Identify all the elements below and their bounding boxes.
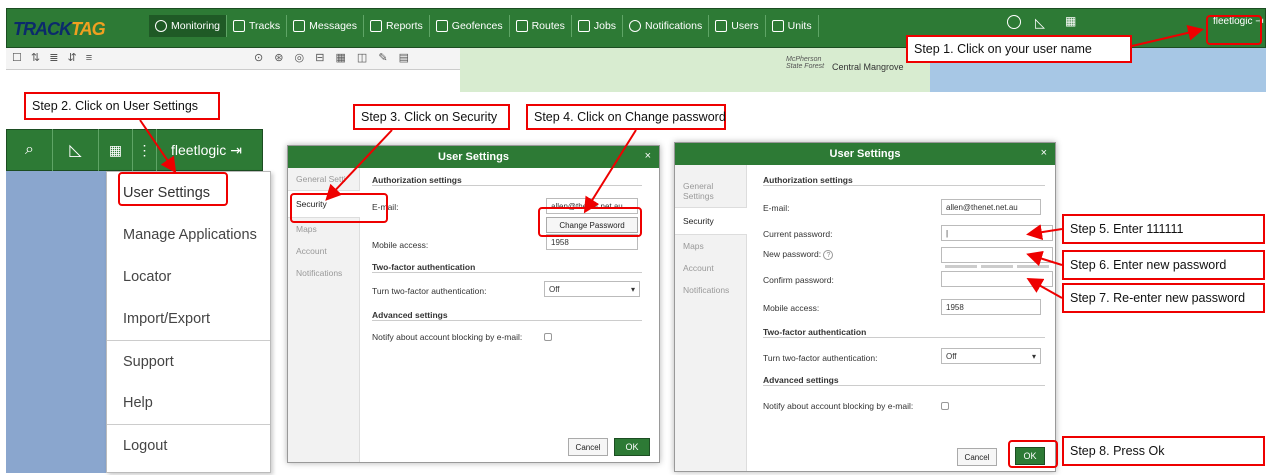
step6-arrow <box>1026 250 1063 267</box>
step3-arrow <box>325 129 393 201</box>
step7-arrow <box>1026 278 1063 299</box>
step5-arrow <box>1026 224 1063 241</box>
step1-arrow <box>1131 24 1204 47</box>
step2-arrow <box>139 119 177 174</box>
step4-arrow <box>583 129 637 214</box>
annotation-arrows <box>139 24 1204 299</box>
